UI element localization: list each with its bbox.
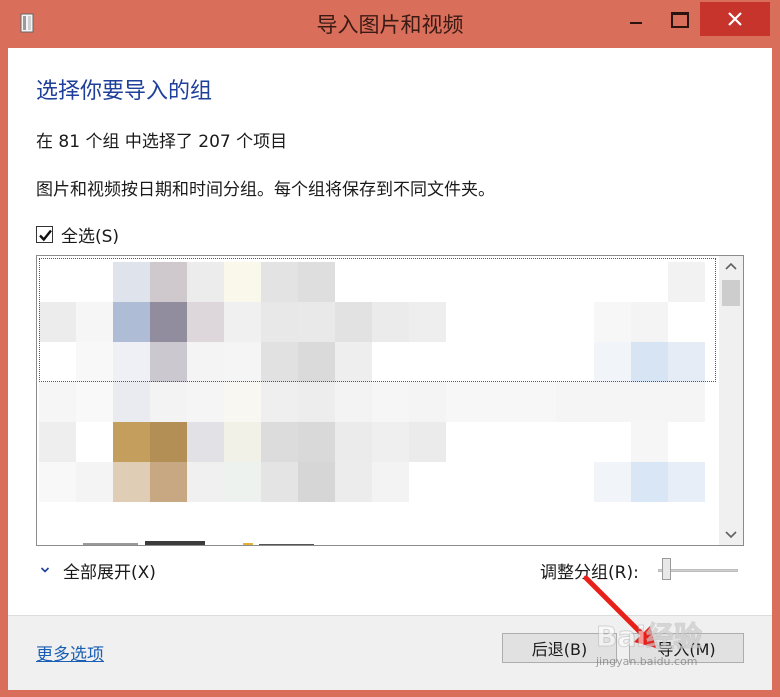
thumbnail-grid [37, 256, 717, 545]
selection-count-text: 在 81 个组 中选择了 207 个项目 [36, 132, 288, 152]
thumbnail[interactable] [113, 382, 150, 422]
adjust-grouping: 调整分组(R): [540, 559, 639, 583]
thumbnail[interactable] [187, 462, 224, 502]
thumbnail[interactable] [335, 422, 372, 462]
chevron-down-icon [725, 531, 737, 539]
thumbnail[interactable] [298, 462, 335, 502]
thumbnail[interactable] [76, 382, 113, 422]
scroll-thumb[interactable] [722, 280, 740, 306]
dialog-content: 选择你要导入的组 在 81 个组 中选择了 207 个项目 图片和视频按日期和时… [8, 48, 772, 690]
adjust-grouping-label: 调整分组(R): [540, 562, 639, 583]
thumbnail[interactable] [187, 422, 224, 462]
thumbnail[interactable] [668, 462, 705, 502]
thumbnail[interactable] [372, 422, 409, 462]
close-button[interactable] [700, 2, 770, 36]
group-list[interactable] [36, 255, 744, 546]
thumbnail[interactable] [372, 382, 409, 422]
maximize-icon [671, 12, 689, 28]
close-icon [728, 12, 742, 26]
page-title: 选择你要导入的组 [36, 79, 213, 104]
thumbnail[interactable] [150, 422, 187, 462]
title-bar[interactable]: 导入图片和视频 [0, 0, 780, 48]
thumbnail[interactable] [372, 462, 409, 502]
checkbox-box[interactable] [36, 225, 53, 243]
focus-rectangle [39, 258, 716, 382]
grouping-description: 图片和视频按日期和时间分组。每个组将保存到不同文件夹。 [36, 180, 495, 200]
thumbnail[interactable] [224, 462, 261, 502]
thumbnail[interactable] [261, 462, 298, 502]
select-all-checkbox[interactable]: 全选(S) [36, 222, 120, 247]
thumbnail[interactable] [261, 382, 298, 422]
import-button[interactable]: 导入(M) [629, 633, 744, 663]
select-all-label: 全选(S) [61, 226, 120, 247]
dialog-footer: 更多选项 后退(B) 导入(M) [8, 615, 772, 690]
thumbnail[interactable] [39, 422, 76, 462]
thumbnail[interactable] [187, 382, 224, 422]
thumbnail[interactable] [39, 462, 76, 502]
expand-all-button[interactable]: 全部展开(X) [40, 559, 156, 583]
thumbnail[interactable] [594, 462, 631, 502]
chevron-down-icon [40, 567, 50, 573]
thumbnail[interactable] [631, 422, 668, 462]
maximize-button[interactable] [658, 4, 700, 34]
thumbnail[interactable] [150, 462, 187, 502]
minimize-button[interactable] [612, 4, 658, 34]
vertical-scrollbar[interactable] [719, 256, 743, 545]
minimize-icon [630, 22, 642, 24]
thumbnail[interactable] [150, 382, 187, 422]
thumbnail[interactable] [298, 382, 335, 422]
thumbnail[interactable] [335, 462, 372, 502]
thumbnail[interactable] [76, 462, 113, 502]
checkmark-icon [39, 229, 52, 241]
thumbnail[interactable] [113, 422, 150, 462]
slider-thumb[interactable] [662, 558, 671, 580]
thumbnail[interactable] [113, 462, 150, 502]
chevron-up-icon [725, 262, 737, 270]
thumbnail[interactable] [631, 462, 668, 502]
scroll-down-button[interactable] [719, 523, 743, 545]
thumbnail[interactable] [261, 422, 298, 462]
thumbnail[interactable] [39, 382, 76, 422]
thumbnail[interactable] [446, 382, 556, 422]
thumbnail[interactable] [224, 382, 261, 422]
partial-thumbnail-row [83, 541, 314, 545]
thumbnail[interactable] [409, 422, 446, 462]
back-button[interactable]: 后退(B) [502, 633, 617, 663]
thumbnail[interactable] [335, 382, 372, 422]
thumbnail[interactable] [224, 422, 261, 462]
grouping-slider[interactable] [658, 557, 738, 583]
more-options-link[interactable]: 更多选项 [36, 640, 104, 665]
import-dialog-window: 导入图片和视频 选择你要导入的组 在 81 个组 中选择了 207 个项目 图片… [0, 0, 780, 697]
expand-all-label: 全部展开(X) [63, 562, 156, 583]
thumbnail[interactable] [556, 382, 705, 422]
thumbnail[interactable] [409, 382, 446, 422]
thumbnail[interactable] [298, 422, 335, 462]
scroll-up-button[interactable] [719, 256, 743, 278]
